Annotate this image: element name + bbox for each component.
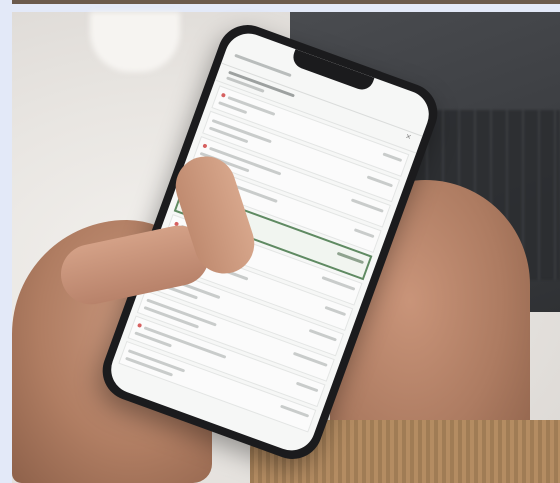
alert-dot-icon [220,92,226,98]
alert-dot-icon [137,322,143,328]
alert-dot-icon [202,143,208,149]
top-edge-strip [12,0,560,4]
photo-scene: ✕ [0,0,560,483]
